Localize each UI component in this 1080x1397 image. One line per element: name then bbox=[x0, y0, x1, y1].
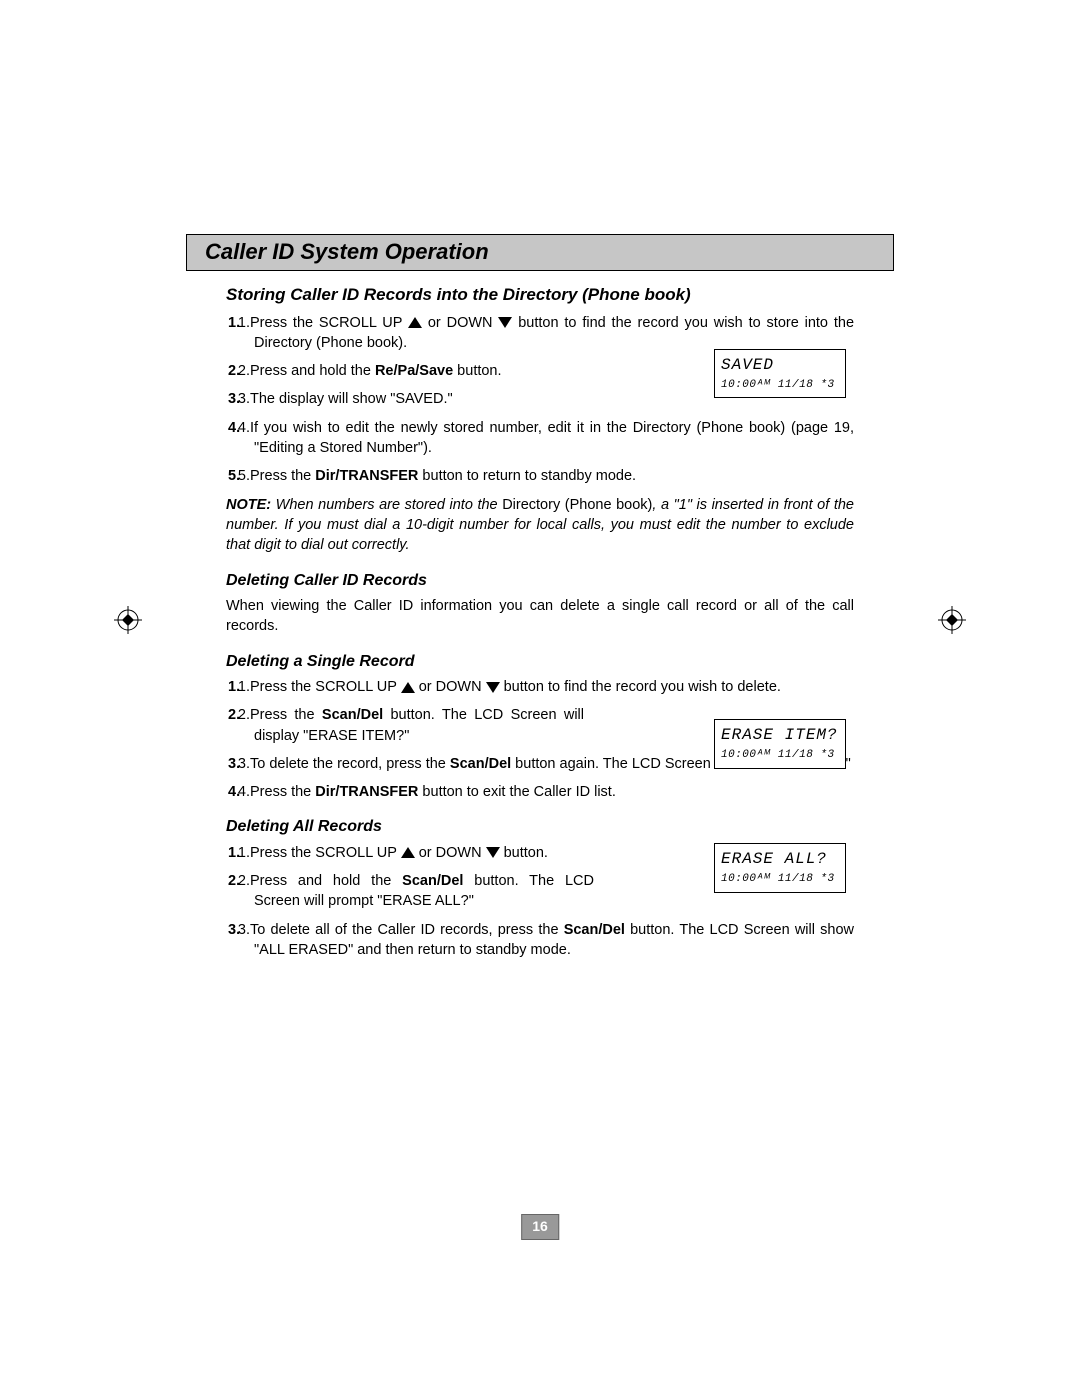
heading-storing: Storing Caller ID Records into the Direc… bbox=[226, 283, 854, 307]
heading-single: Deleting a Single Record bbox=[226, 651, 854, 673]
step: 3.The display will show "SAVED." bbox=[254, 389, 574, 409]
step: 1.Press the SCROLL UP or DOWN button to … bbox=[254, 677, 854, 697]
step: 1.Press the SCROLL UP or DOWN button. bbox=[254, 843, 594, 863]
step: 4.If you wish to edit the newly stored n… bbox=[254, 418, 854, 459]
step: 4.Press the Dir/TRANSFER button to exit … bbox=[254, 782, 854, 802]
up-arrow-icon bbox=[401, 682, 415, 693]
down-arrow-icon bbox=[486, 847, 500, 858]
deleting-intro: When viewing the Caller ID information y… bbox=[226, 596, 854, 637]
storing-steps: 1.Press the SCROLL UP or DOWN button to … bbox=[254, 313, 854, 487]
step: 3.To delete all of the Caller ID records… bbox=[254, 920, 854, 961]
up-arrow-icon bbox=[408, 317, 422, 328]
step: 1.Press the SCROLL UP or DOWN button to … bbox=[254, 313, 854, 354]
lcd-saved: SAVED10:00ᴬᴹ 11/18 *3 bbox=[714, 349, 846, 399]
manual-page: Caller ID System Operation Storing Calle… bbox=[0, 0, 1080, 1397]
down-arrow-icon bbox=[498, 317, 512, 328]
step: 2.Press the Scan/Del button. The LCD Scr… bbox=[254, 705, 584, 746]
page-number: 16 bbox=[521, 1214, 559, 1240]
section-title: Caller ID System Operation bbox=[205, 239, 489, 264]
heading-all: Deleting All Records bbox=[226, 816, 854, 838]
lcd-erase-all: ERASE ALL?10:00ᴬᴹ 11/18 *3 bbox=[714, 843, 846, 893]
crop-mark-left bbox=[114, 606, 142, 634]
lcd-erase-item: ERASE ITEM?10:00ᴬᴹ 11/18 *3 bbox=[714, 719, 846, 769]
step: 2.Press and hold the Re/Pa/Save button. bbox=[254, 361, 574, 381]
note: NOTE: When numbers are stored into the D… bbox=[226, 495, 854, 556]
heading-deleting: Deleting Caller ID Records bbox=[226, 570, 854, 592]
down-arrow-icon bbox=[486, 682, 500, 693]
crop-mark-right bbox=[938, 606, 966, 634]
section-title-bar: Caller ID System Operation bbox=[186, 234, 894, 271]
step: 2.Press and hold the Scan/Del button. Th… bbox=[254, 871, 594, 912]
step: 5.Press the Dir/TRANSFER button to retur… bbox=[254, 466, 854, 486]
up-arrow-icon bbox=[401, 847, 415, 858]
